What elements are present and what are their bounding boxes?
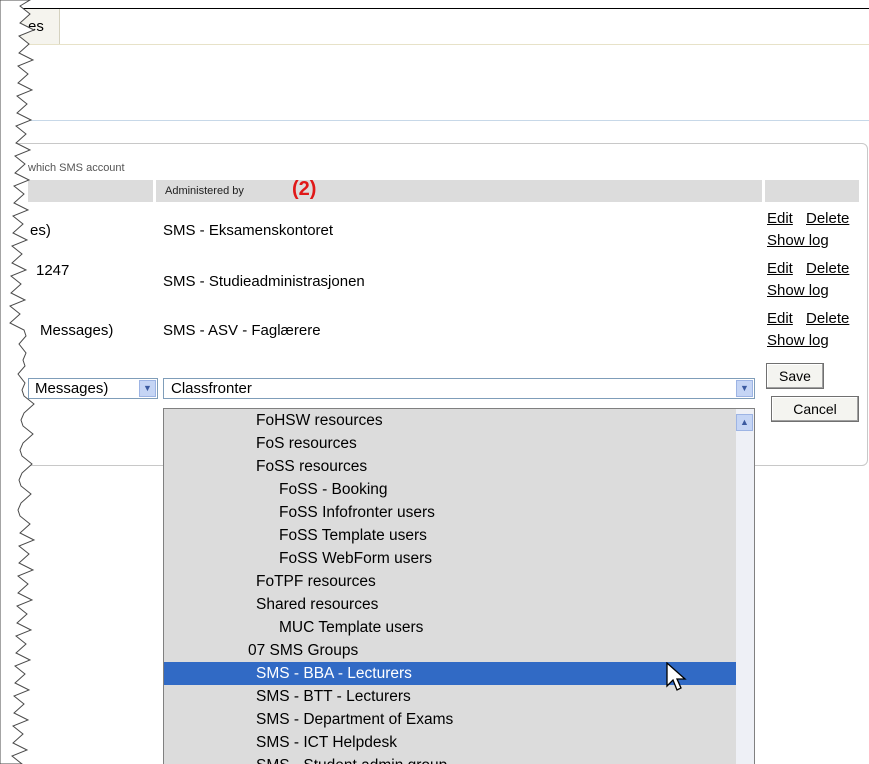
dropdown-option[interactable]: FoSS - Booking: [164, 478, 754, 501]
administered-by-dropdown-list[interactable]: FoHSW resources FoS resources FoSS resourc…: [163, 408, 755, 764]
chevron-up-icon[interactable]: ▲: [736, 414, 753, 431]
row2-delete-link[interactable]: Delete: [806, 260, 849, 277]
save-button[interactable]: Save: [766, 363, 824, 389]
dropdown-option[interactable]: FoSS resources: [164, 455, 754, 478]
dropdown-option[interactable]: SMS - Student admin group: [164, 754, 754, 764]
dropdown-option[interactable]: MUC Template users: [164, 616, 754, 639]
dropdown-option[interactable]: FoSS Infofronter users: [164, 501, 754, 524]
chevron-down-icon[interactable]: ▼: [736, 380, 753, 397]
dropdown-option[interactable]: FoSS Template users: [164, 524, 754, 547]
row1-admin: SMS - Eksamenskontoret: [163, 222, 334, 239]
annotation-marker: (2): [292, 178, 317, 200]
table-header-admin: [156, 180, 762, 202]
dropdown-option[interactable]: FoSS WebForm users: [164, 547, 754, 570]
torn-edge-decoration: [0, 0, 36, 764]
dropdown-option[interactable]: Shared resources: [164, 593, 754, 616]
row3-admin: SMS - ASV - Faglærere: [163, 322, 321, 339]
tab-strip-underline: [0, 44, 869, 45]
administered-by-select[interactable]: Classfronter ▼: [163, 378, 755, 399]
row2-account: 1247: [36, 262, 70, 279]
row1-show-log-link[interactable]: Show log: [767, 232, 829, 249]
row3-show-log-link[interactable]: Show log: [767, 332, 829, 349]
tab-strip: es: [0, 8, 869, 45]
table-header-actions: [765, 180, 859, 202]
row2-show-log-link[interactable]: Show log: [767, 282, 829, 299]
dropdown-option[interactable]: FoTPF resources: [164, 570, 754, 593]
administered-by-select-value: Classfronter: [171, 380, 252, 397]
dropdown-option[interactable]: FoS resources: [164, 432, 754, 455]
dropdown-option[interactable]: SMS - Department of Exams: [164, 708, 754, 731]
dropdown-option[interactable]: 07 SMS Groups: [164, 639, 754, 662]
row1-delete-link[interactable]: Delete: [806, 210, 849, 227]
dropdown-scrollbar[interactable]: [736, 409, 754, 764]
cancel-button[interactable]: Cancel: [771, 396, 859, 422]
row3-edit-link[interactable]: Edit: [767, 310, 793, 327]
header-administered-by: Administered by: [165, 185, 244, 197]
panel-subtitle: which SMS account: [28, 162, 125, 174]
section-divider: [0, 120, 869, 121]
row2-edit-link[interactable]: Edit: [767, 260, 793, 277]
row1-edit-link[interactable]: Edit: [767, 210, 793, 227]
dropdown-option[interactable]: FoHSW resources: [164, 409, 754, 432]
account-select-value: Messages): [35, 380, 109, 397]
row2-admin: SMS - Studieadministrasjonen: [163, 273, 365, 290]
chevron-down-icon[interactable]: ▼: [139, 380, 156, 397]
mouse-pointer-icon: [666, 662, 687, 691]
row3-account: Messages): [40, 322, 114, 339]
dropdown-option[interactable]: SMS - ICT Helpdesk: [164, 731, 754, 754]
account-select[interactable]: Messages) ▼: [28, 378, 158, 399]
table-header-left: [28, 180, 153, 202]
row3-delete-link[interactable]: Delete: [806, 310, 849, 327]
